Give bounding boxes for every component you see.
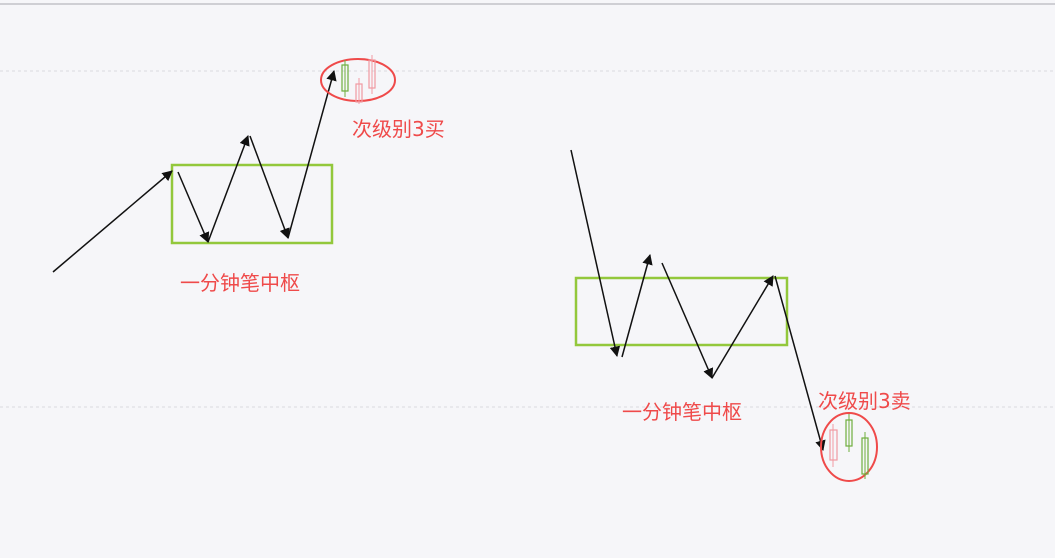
left-stroke-5-arrow	[287, 69, 337, 239]
right-zone-label: 一分钟笔中枢	[622, 400, 742, 424]
left-stroke-3-arrow	[207, 135, 250, 243]
right-panel: 次级别3卖 一分钟笔中枢	[570, 149, 911, 482]
left-stroke-4-arrow	[249, 135, 290, 239]
diagram-canvas: 次级别3买 一分钟笔中枢 次级别3卖 一分钟笔中枢	[0, 0, 1055, 558]
right-stroke-5-arrow	[774, 275, 826, 452]
left-stroke-1-arrow	[52, 170, 173, 273]
left-signal-label: 次级别3买	[352, 117, 445, 141]
right-stroke-4-arrow	[711, 275, 774, 379]
right-signal-label: 次级别3卖	[818, 389, 911, 413]
left-panel: 次级别3买 一分钟笔中枢	[52, 55, 445, 295]
left-zone-label: 一分钟笔中枢	[180, 271, 300, 295]
left-stroke-2-arrow	[177, 171, 210, 243]
right-stroke-2-arrow	[621, 253, 653, 358]
chan-theory-diagram: 次级别3买 一分钟笔中枢 次级别3卖 一分钟笔中枢	[0, 3, 1055, 482]
right-stroke-3-arrow	[661, 262, 714, 379]
left-pivot-zone-box	[170, 163, 334, 245]
right-stroke-1-arrow	[570, 149, 621, 358]
